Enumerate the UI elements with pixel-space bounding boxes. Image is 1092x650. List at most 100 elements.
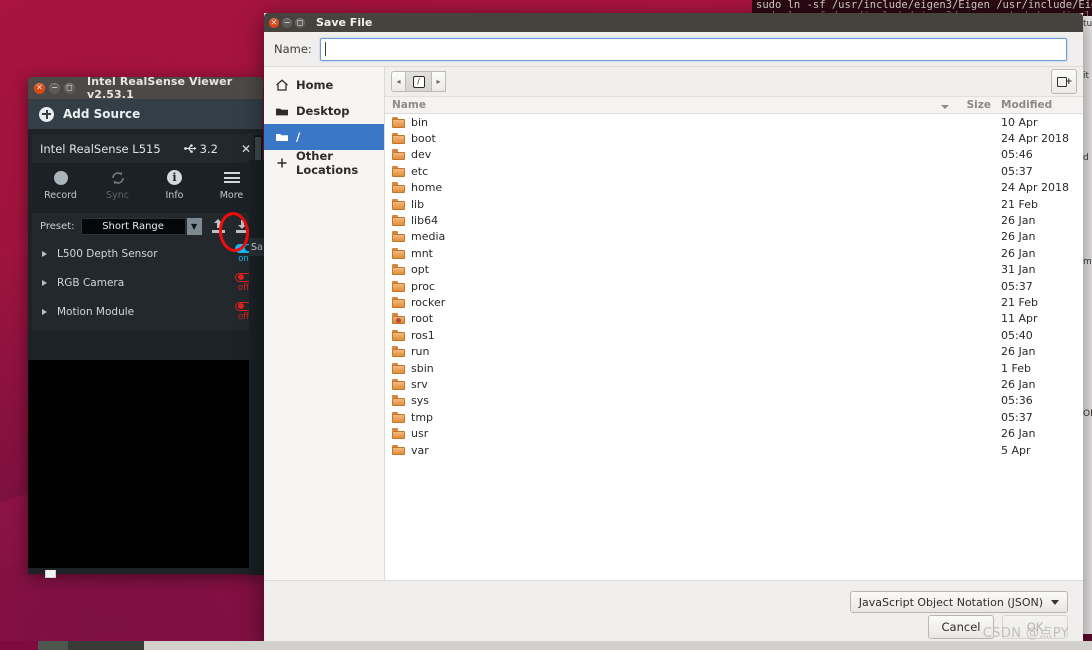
table-row[interactable]: home 24 Apr 2018 — [385, 180, 1083, 196]
table-row[interactable]: srv 26 Jan — [385, 376, 1083, 392]
file-name: usr — [411, 427, 429, 441]
table-row[interactable]: proc 05:37 — [385, 278, 1083, 294]
sensor-row[interactable]: Motion Module off — [32, 297, 260, 326]
table-row[interactable]: ros1 05:40 — [385, 327, 1083, 343]
filename-input[interactable] — [319, 37, 1067, 61]
device-close-icon[interactable]: ✕ — [239, 142, 253, 156]
file-name: boot — [411, 132, 436, 146]
new-folder-button[interactable]: + — [1051, 69, 1077, 94]
ok-button[interactable]: OK — [1002, 615, 1068, 639]
file-name: sys — [411, 394, 429, 408]
breadcrumb-root[interactable]: / — [406, 71, 431, 92]
column-size[interactable]: Size — [957, 99, 991, 111]
cancel-button[interactable]: Cancel — [928, 615, 994, 639]
folder-icon — [392, 231, 405, 243]
save-file-dialog[interactable]: ✕ − ◻ Save File Name: Home Desktop / Oth… — [264, 13, 1083, 647]
table-row[interactable]: var 5 Apr — [385, 442, 1083, 458]
folder-icon — [392, 444, 405, 456]
table-row[interactable]: run 26 Jan — [385, 343, 1083, 359]
info-icon: i — [167, 169, 182, 186]
taskbar-segment[interactable] — [68, 641, 144, 650]
background-text-fragment: m — [1083, 257, 1092, 267]
table-row[interactable]: rocker 21 Feb — [385, 294, 1083, 310]
sensor-row[interactable]: RGB Camera off — [32, 268, 260, 297]
folder-icon — [392, 280, 405, 292]
file-name: lib — [411, 197, 425, 211]
preset-label: Preset: — [40, 220, 75, 232]
background-text-fragment: d — [1083, 153, 1089, 163]
file-type-select[interactable]: JavaScript Object Notation (JSON) — [849, 591, 1068, 613]
sidebar-item-home[interactable]: Home — [264, 72, 384, 98]
file-name-cell: lib — [385, 198, 957, 211]
info-button[interactable]: i Info — [146, 169, 203, 213]
maximize-icon[interactable]: ◻ — [295, 17, 305, 28]
taskbar-segment[interactable] — [38, 641, 68, 650]
folder-icon — [392, 149, 405, 161]
dialog-footer: JavaScript Object Notation (JSON) Cancel… — [264, 580, 1083, 647]
table-row[interactable]: bin 10 Apr — [385, 114, 1083, 130]
sidebar-item-root[interactable]: / — [264, 124, 384, 150]
table-row[interactable]: tmp 05:37 — [385, 409, 1083, 425]
table-row[interactable]: boot 24 Apr 2018 — [385, 130, 1083, 146]
preset-select[interactable]: Short Range — [80, 217, 186, 235]
file-modified: 26 Jan — [1001, 230, 1036, 244]
stream-viewport[interactable] — [28, 360, 254, 568]
sensor-list: L500 Depth Sensor on RGB Camera off Motion M… — [32, 239, 260, 326]
upload-preset-button[interactable] — [210, 217, 228, 235]
back-button[interactable]: ◂ — [391, 71, 406, 92]
table-row[interactable]: sys 05:36 — [385, 393, 1083, 409]
file-name: bin — [411, 115, 429, 129]
sync-button[interactable]: Sync — [89, 169, 146, 213]
file-list[interactable]: bin 10 Apr boot 24 Apr 2018 dev 05:46 etc 05:37… — [385, 114, 1083, 580]
dialog-titlebar[interactable]: ✕ − ◻ Save File — [264, 13, 1083, 32]
table-row[interactable]: lib 21 Feb — [385, 196, 1083, 212]
file-name-cell: root — [385, 312, 957, 325]
add-source-button[interactable]: Add Source — [28, 99, 263, 130]
maximize-icon[interactable]: ◻ — [64, 82, 75, 94]
file-name: rocker — [411, 295, 446, 309]
sidebar-item-desktop[interactable]: Desktop — [264, 98, 384, 124]
table-row[interactable]: sbin 1 Feb — [385, 360, 1083, 376]
table-row[interactable]: opt 31 Jan — [385, 262, 1083, 278]
taskbar-segment[interactable] — [0, 641, 38, 650]
expand-triangle-icon[interactable] — [42, 279, 47, 286]
table-row[interactable]: root 11 Apr — [385, 311, 1083, 327]
device-card: Intel RealSense L515 3.2 ✕ Record Sync i… — [32, 134, 260, 330]
close-icon[interactable]: ✕ — [34, 82, 45, 94]
realsense-viewer-window[interactable]: ✕ − ◻ Intel RealSense Viewer v2.53.1 Add… — [28, 75, 263, 578]
record-button[interactable]: Record — [32, 169, 89, 213]
table-row[interactable]: mnt 26 Jan — [385, 245, 1083, 261]
folder-icon — [392, 313, 405, 325]
file-type-value: JavaScript Object Notation (JSON) — [858, 595, 1043, 609]
folder-icon — [392, 215, 405, 227]
chevron-down-icon[interactable]: ▼ — [186, 217, 202, 235]
folder-icon — [392, 378, 405, 390]
table-row[interactable]: etc 05:37 — [385, 163, 1083, 179]
forward-button[interactable]: ▸ — [431, 71, 446, 92]
sensor-name: RGB Camera — [57, 276, 125, 289]
file-name-cell: sys — [385, 394, 957, 407]
folder-icon — [392, 395, 405, 407]
file-modified: 31 Jan — [1001, 263, 1036, 277]
file-name-cell: bin — [385, 116, 957, 129]
window-resize-grip[interactable] — [45, 570, 56, 578]
sensor-state-label: off — [237, 311, 250, 322]
sidebar-item-other-locations[interactable]: Other Locations — [264, 149, 384, 177]
realsense-titlebar[interactable]: ✕ − ◻ Intel RealSense Viewer v2.53.1 — [28, 75, 263, 101]
sensor-row[interactable]: L500 Depth Sensor on — [32, 239, 260, 268]
taskbar[interactable] — [0, 641, 1092, 650]
column-name[interactable]: Name — [385, 99, 957, 111]
file-modified: 05:37 — [1001, 410, 1033, 424]
expand-triangle-icon[interactable] — [42, 250, 47, 257]
expand-triangle-icon[interactable] — [42, 308, 47, 315]
minimize-icon[interactable]: − — [282, 17, 292, 28]
path-bar: ◂ / ▸ + — [385, 67, 1083, 97]
table-row[interactable]: usr 26 Jan — [385, 425, 1083, 441]
minimize-icon[interactable]: − — [49, 82, 60, 94]
close-icon[interactable]: ✕ — [269, 17, 279, 28]
column-modified[interactable]: Modified — [991, 99, 1083, 111]
table-row[interactable]: lib64 26 Jan — [385, 212, 1083, 228]
table-row[interactable]: dev 05:46 — [385, 147, 1083, 163]
table-row[interactable]: media 26 Jan — [385, 229, 1083, 245]
folder-icon — [392, 165, 405, 177]
